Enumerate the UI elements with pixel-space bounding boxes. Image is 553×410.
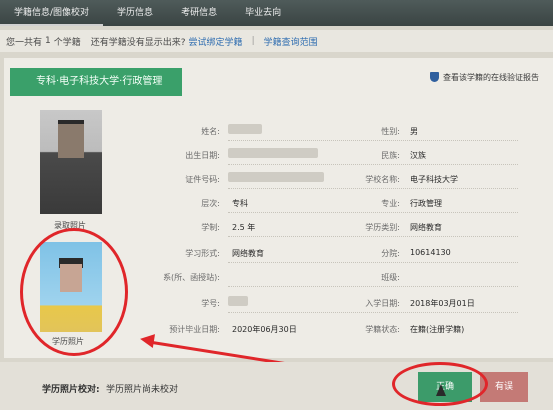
tab-education-info[interactable]: 学历信息 [103,0,167,26]
field-value-enrollment-status: 在籍(注册学籍) [410,325,465,334]
field-value-ethnicity: 汉族 [410,151,426,160]
query-scope-link[interactable]: 学籍查询范围 [264,35,318,48]
summary-prefix: 您一共有 [6,37,43,48]
field-label-enrollment-status: 学籍状态: [365,325,400,334]
enrollment-summary: 您一共有 1 个学籍 还有学籍没有显示出来? 尝试绑定学籍 | 学籍查询范围 [0,30,553,52]
field-label-department: 系(所、函授站): [163,273,220,282]
field-label-level: 层次: [201,199,220,208]
tab-postgrad-info[interactable]: 考研信息 [167,0,231,26]
student-id-value-redacted [228,296,248,306]
field-label-name: 姓名: [201,127,220,136]
top-nav: 学籍信息/图像校对 学历信息 考研信息 毕业去向 [0,0,553,26]
field-value-expected-graduation: 2020年06月30日 [232,325,297,334]
field-label-birthdate: 出生日期: [185,151,220,160]
tab-student-info[interactable]: 学籍信息/图像校对 [0,0,104,26]
divider: | [251,36,255,46]
field-label-branch: 分院: [381,249,400,258]
row-divider [228,312,518,313]
row-divider [228,140,518,141]
field-value-school: 电子科技大学 [410,175,458,184]
field-value-gender: 男 [410,127,418,136]
field-value-level: 专科 [232,199,248,208]
row-divider [228,262,518,263]
shield-icon [430,72,439,82]
field-value-education-type: 网络教育 [410,223,442,232]
field-value-branch: 10614130 [410,248,451,257]
missing-question: 还有学籍没有显示出来? [90,37,186,48]
field-label-duration: 学制: [201,223,220,232]
row-divider [228,164,518,165]
row-divider [228,236,518,237]
field-label-student-id: 学号: [201,299,220,308]
birthdate-value-redacted [228,148,318,158]
verify-report-label: 查看该学籍的在线验证报告 [443,72,539,82]
field-value-enrollment-date: 2018年03月01日 [410,299,475,308]
field-label-enrollment-date: 入学日期: [365,299,400,308]
id-number-value-redacted [228,172,324,182]
field-label-ethnicity: 民族: [381,151,400,160]
field-value-duration: 2.5 年 [232,223,256,232]
bind-enrollment-link[interactable]: 尝试绑定学籍 [189,35,243,48]
photo-check-status: 学历照片尚未校对 [106,385,179,395]
photo-face-blurred [58,124,84,158]
field-label-study-form: 学习形式: [185,249,220,258]
row-divider [228,286,518,287]
field-value-major: 行政管理 [410,199,442,208]
school-banner: 专科·电子科技大学·行政管理 [10,68,182,96]
verify-report-link[interactable]: 查看该学籍的在线验证报告 [430,70,539,84]
field-label-class: 班级: [381,273,400,282]
photo-check-label: 学历照片校对: [42,385,100,395]
field-label-major: 专业: [381,199,400,208]
field-label-school: 学校名称: [365,175,400,184]
tab-graduation-destination[interactable]: 毕业去向 [231,0,295,26]
row-divider [228,212,518,213]
enrollment-count: 1 [45,36,51,46]
hand-cursor-icon [436,384,446,396]
admission-photo [40,110,102,214]
field-value-study-form: 网络教育 [232,249,264,258]
annotation-circle [20,228,128,356]
summary-suffix: 个学籍 [53,37,81,48]
field-label-education-type: 学历类别: [365,223,400,232]
name-value-redacted [228,124,262,134]
annotation-arrowhead [138,331,156,349]
field-label-gender: 性别: [381,127,400,136]
field-label-id-number: 证件号码: [185,175,220,184]
row-divider [228,188,518,189]
